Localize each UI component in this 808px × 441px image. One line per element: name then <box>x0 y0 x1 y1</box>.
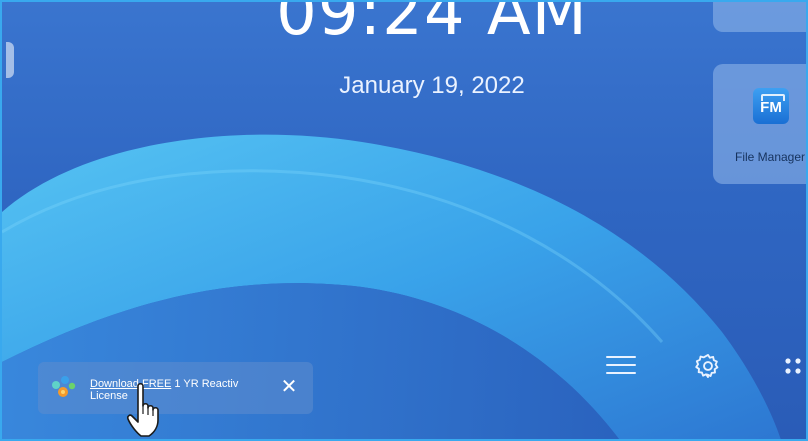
apps-grid-icon[interactable] <box>782 356 808 376</box>
close-icon[interactable]: ✕ <box>278 376 300 398</box>
side-panel-handle[interactable] <box>6 42 14 78</box>
file-manager-icon: FM <box>753 88 789 124</box>
app-tile-partial[interactable] <box>713 2 806 32</box>
notification-message: 1 YR Reactiv <box>171 378 239 390</box>
notification-app-icon <box>52 376 76 397</box>
clock-date: January 19, 2022 <box>339 72 525 99</box>
clock-time: 09:24 AM <box>276 0 588 50</box>
desktop-screen: 09:24 AM January 19, 2022 FM File Manage… <box>0 0 808 441</box>
hand-pointer-icon <box>127 382 159 437</box>
menu-icon[interactable] <box>606 354 636 376</box>
file-manager-label: File Manager <box>734 150 806 164</box>
file-manager-tile[interactable]: FM File Manager <box>713 64 806 184</box>
notification-message-line2: License <box>90 390 128 402</box>
gear-icon[interactable] <box>694 352 722 380</box>
